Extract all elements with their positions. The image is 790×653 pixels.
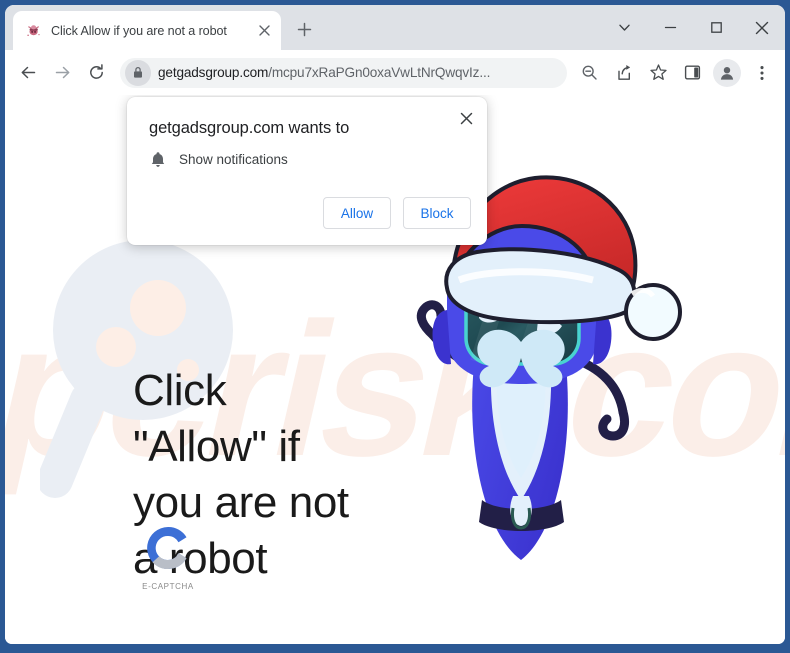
profile-avatar-icon[interactable] [713, 58, 741, 87]
url-path: /mcpu7xRaPGn0oxaVwLtNrQwqvIz... [268, 65, 491, 80]
dialog-actions: Allow Block [323, 197, 471, 229]
zoom-out-icon[interactable] [574, 58, 604, 88]
tab-title: Click Allow if you are not a robot [51, 23, 227, 38]
browser-tab[interactable]: Click Allow if you are not a robot [13, 11, 281, 50]
maximize-button[interactable] [693, 5, 739, 50]
site-favicon [25, 22, 42, 39]
tab-strip: Click Allow if you are not a robot [5, 5, 785, 50]
block-button[interactable]: Block [403, 197, 471, 229]
captcha-logo: E-CAPTCHA [133, 523, 203, 591]
window-controls [601, 5, 785, 50]
lock-icon[interactable] [125, 59, 151, 86]
page-viewport: pcrisk.com Click "Allow" if you are not … [5, 95, 785, 644]
browser-window-frame: Click Allow if you are not a robot getga… [0, 0, 790, 653]
allow-button[interactable]: Allow [323, 197, 391, 229]
three-dot-menu-icon[interactable] [746, 57, 778, 89]
back-button[interactable] [12, 57, 44, 89]
captcha-c-icon [147, 526, 187, 570]
new-tab-button[interactable] [291, 16, 317, 42]
url-domain: getgadsgroup.com [158, 65, 269, 80]
bookmark-star-icon[interactable] [642, 57, 674, 89]
dialog-title: getgadsgroup.com wants to [149, 119, 350, 137]
bell-icon [149, 150, 167, 168]
browser-toolbar: getgadsgroup.com/mcpu7xRaPGn0oxaVwLtNrQw… [5, 50, 785, 95]
close-button[interactable] [739, 5, 785, 50]
minimize-button[interactable] [647, 5, 693, 50]
captcha-label: E-CAPTCHA [142, 582, 194, 591]
side-panel-icon[interactable] [676, 57, 708, 89]
permission-label: Show notifications [179, 151, 288, 167]
browser-window: Click Allow if you are not a robot getga… [5, 5, 785, 644]
permission-row: Show notifications [149, 150, 288, 168]
forward-button[interactable] [46, 57, 78, 89]
share-icon[interactable] [608, 57, 640, 89]
close-icon[interactable] [453, 105, 479, 131]
notification-permission-dialog: getgadsgroup.com wants to Show notificat… [127, 97, 487, 245]
tab-search-button[interactable] [601, 5, 647, 50]
reload-button[interactable] [80, 57, 112, 89]
tab-close-icon[interactable] [255, 22, 273, 40]
address-bar[interactable]: getgadsgroup.com/mcpu7xRaPGn0oxaVwLtNrQw… [120, 57, 567, 88]
address-bar-url: getgadsgroup.com/mcpu7xRaPGn0oxaVwLtNrQw… [158, 65, 567, 80]
